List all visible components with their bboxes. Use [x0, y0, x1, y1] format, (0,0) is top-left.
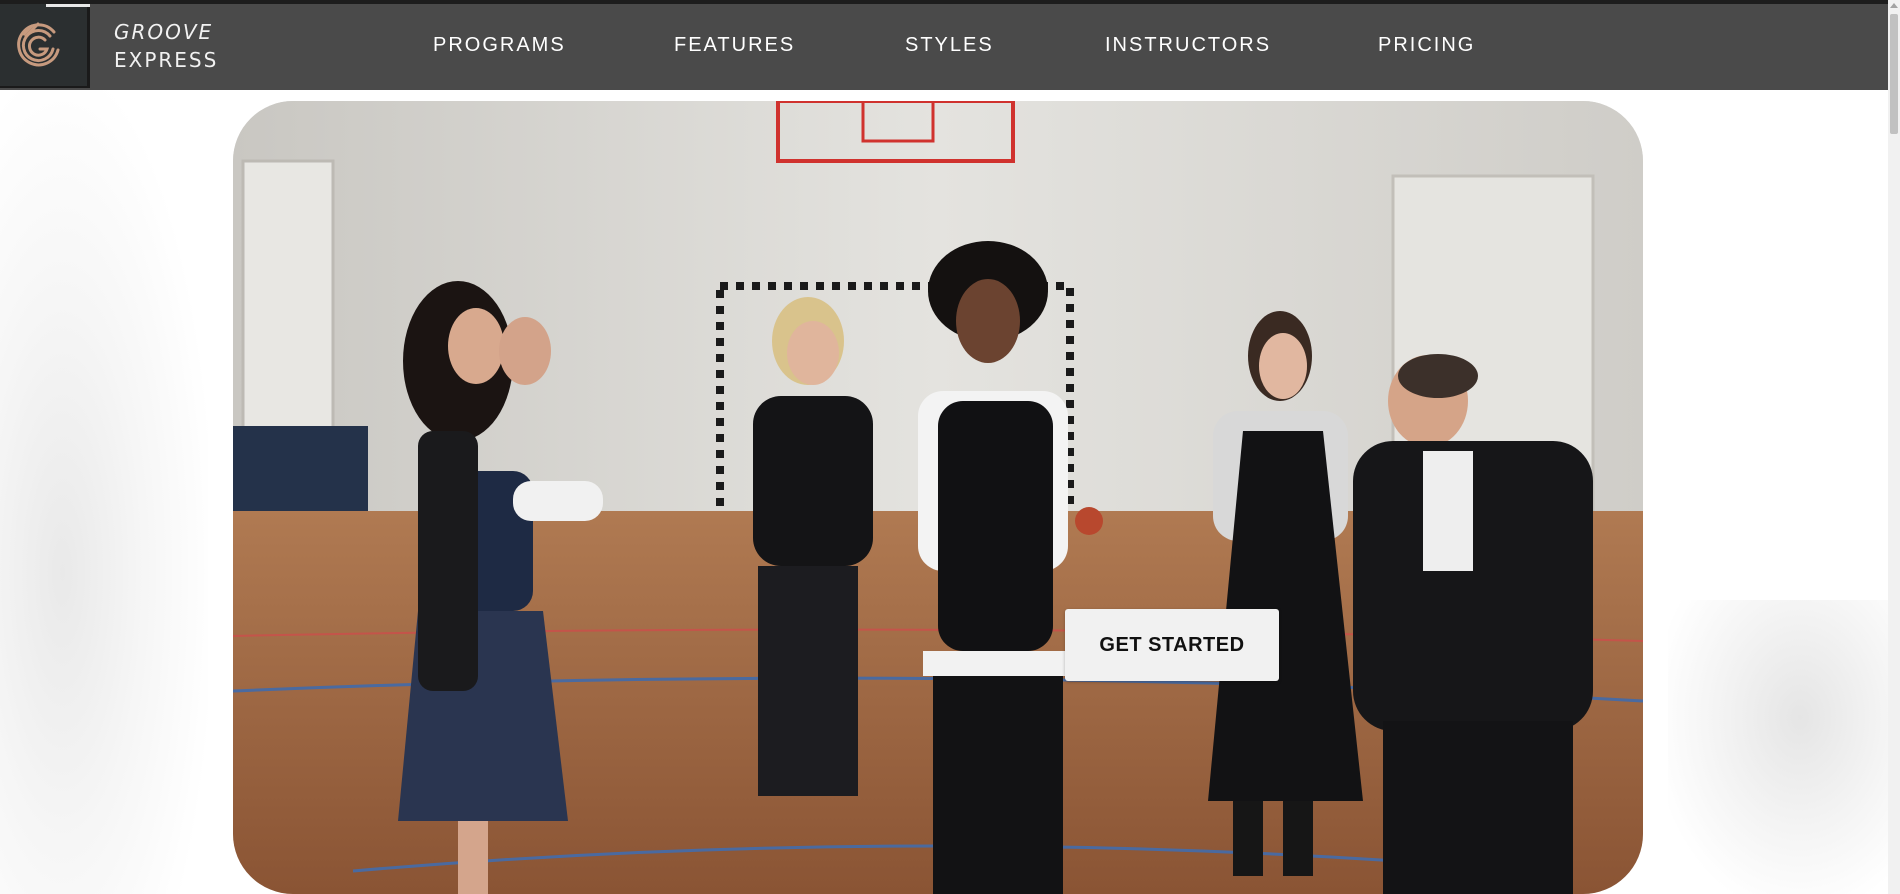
nav-styles[interactable]: STYLES	[905, 34, 994, 57]
site-header: GROOVE EXPRESS PROGRAMS FEATURES STYLES …	[0, 4, 1888, 90]
nav-programs[interactable]: PROGRAMS	[433, 34, 566, 57]
page-scrollbar[interactable]	[1888, 0, 1900, 894]
scroll-thumb[interactable]	[1890, 14, 1898, 134]
nav-pricing[interactable]: PRICING	[1378, 34, 1475, 57]
brand-name[interactable]: GROOVE EXPRESS	[114, 18, 218, 74]
brand-line-1: GROOVE	[114, 20, 214, 44]
g-swirl-logo-icon	[17, 22, 60, 67]
logo-link[interactable]	[0, 4, 90, 88]
brand-line-2: EXPRESS	[114, 48, 219, 72]
nav-features[interactable]: FEATURES	[674, 34, 795, 57]
get-started-button[interactable]: GET STARTED	[1065, 609, 1279, 681]
nav-instructors[interactable]: INSTRUCTORS	[1105, 34, 1271, 57]
logo-highlight	[46, 4, 90, 7]
background-texture-right	[1668, 600, 1888, 894]
hero-section: GET STARTED	[233, 101, 1643, 894]
background-texture-left	[0, 90, 208, 894]
dancers-in-gym-photo	[233, 101, 1643, 894]
scroll-up-arrow-icon[interactable]	[1890, 3, 1898, 8]
